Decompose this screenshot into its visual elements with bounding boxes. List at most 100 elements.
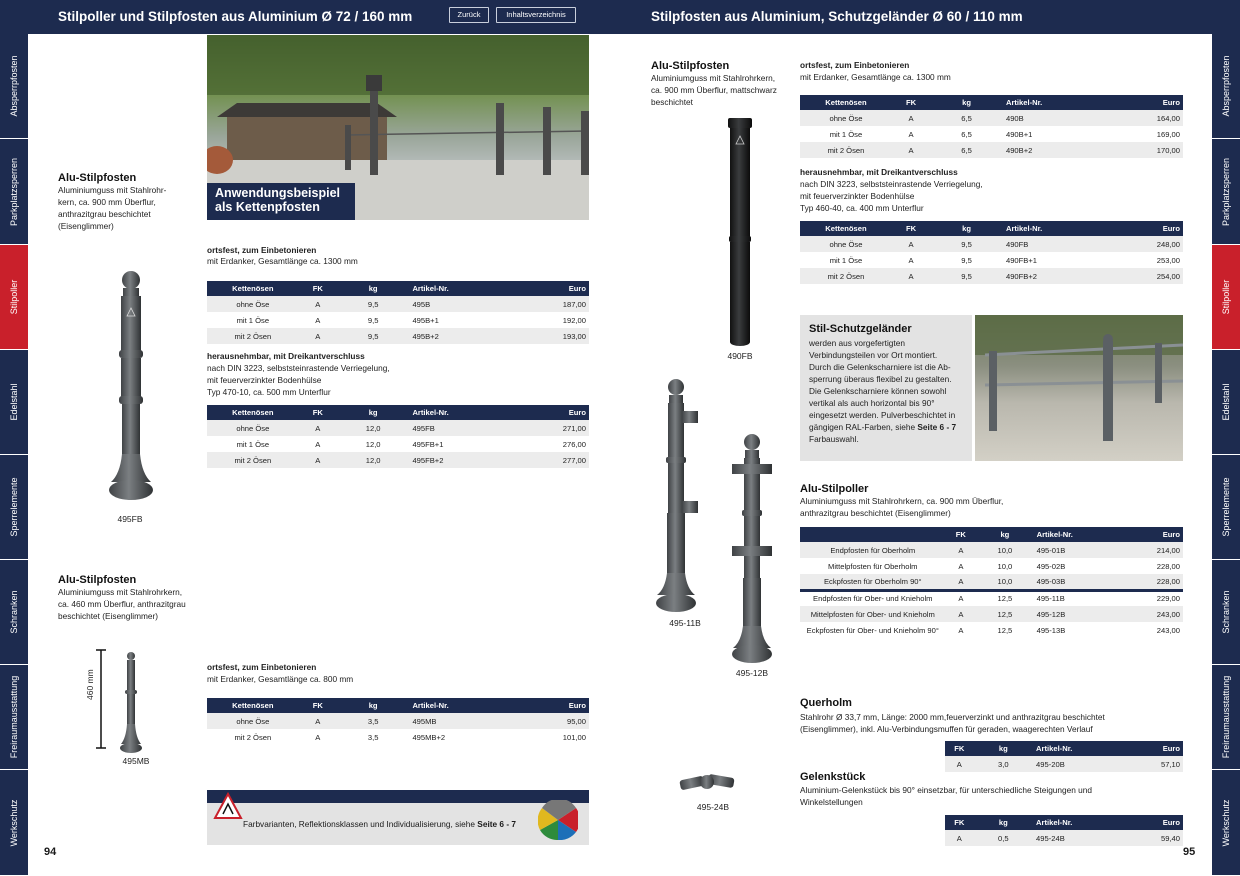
table-cell: 10,0 (976, 542, 1034, 558)
table-cell: A (945, 558, 977, 574)
table-cell: ohne Öse (800, 110, 892, 126)
table-cell: 495FB+1 (409, 436, 498, 452)
side-tab-parkplatzsperren[interactable]: Parkplatzsperren (0, 139, 28, 245)
table-cell: A (891, 142, 931, 158)
table-cell: 495FB+2 (409, 452, 498, 468)
column-header: Artikel-Nr. (409, 281, 498, 296)
side-tab-label: Stilpoller (1221, 279, 1231, 315)
side-tab-sperrelemente[interactable]: Sperrelemente (0, 455, 28, 560)
column-header: kg (973, 741, 1034, 756)
toc-button[interactable]: Inhaltsverzeichnis (496, 7, 576, 23)
table-header-row: FK kg Artikel-Nr. Euro (945, 741, 1183, 756)
table-cell: 57,10 (1104, 756, 1183, 772)
table-cell: Eckpfosten für Ober- und Knieholm 90° (800, 622, 946, 638)
side-tab-freiraumausstattung[interactable]: Freiraumausstattung (1212, 665, 1240, 770)
table-cell: 6,5 (930, 126, 1003, 142)
table-row: mit 2 Ösen A 9,5 495B+2 193,00 (207, 328, 589, 344)
table-header-row: Kettenösen FK kg Artikel-Nr. Euro (800, 95, 1183, 110)
column-header: FK (891, 95, 931, 110)
table-cell: 276,00 (497, 436, 589, 452)
table-cell: 9,5 (930, 236, 1003, 252)
table-cell: 495B+1 (409, 312, 498, 328)
side-tab-stilpoller[interactable]: Stilpoller (1212, 245, 1240, 350)
table-row: Eckpfosten für Ober- und Knieholm 90° A 12… (800, 622, 1183, 638)
table-row: ohne Öse A 9,5 495B 187,00 (207, 296, 589, 312)
gel-desc-link[interactable]: Seite 6 - 7 (917, 422, 956, 432)
footer-note-link[interactable]: Seite 6 - 7 (477, 819, 516, 829)
table-cell: mit 2 Ösen (800, 268, 892, 284)
side-tab-absperrpfosten[interactable]: Absperrpfosten (0, 34, 28, 139)
table-cell: mit 2 Ösen (207, 729, 299, 745)
column-header: kg (930, 95, 1003, 110)
table-cell: A (891, 268, 931, 284)
table-cell: A (945, 588, 977, 606)
table-495mb: Kettenösen FK kg Artikel-Nr. Euro ohne Öse A 3,… (207, 698, 589, 745)
table-cell: A (945, 756, 974, 772)
column-header: Artikel-Nr. (1033, 527, 1103, 542)
rs2-head: herausnehmbar, mit Dreikantverschluss (800, 167, 958, 177)
table-cell: 229,00 (1102, 588, 1183, 606)
column-header: Kettenösen (207, 281, 299, 296)
table-cell: A (298, 436, 337, 452)
table-cell: 164,00 (1091, 110, 1183, 126)
table-cell: 495-03B (1033, 574, 1103, 590)
side-tab-edelstahl[interactable]: Edelstahl (0, 350, 28, 455)
side-tab-schranken[interactable]: Schranken (1212, 560, 1240, 665)
p2-desc: Aluminiumguss mit Stahlrohrkern, ca. 460… (58, 587, 186, 621)
side-tab-sperrelemente[interactable]: Sperrelemente (1212, 455, 1240, 560)
table-490b: Kettenösen FK kg Artikel-Nr. Euro ohne Öse A 6,… (800, 95, 1183, 158)
table-cell: 277,00 (497, 452, 589, 468)
table-cell: 495-11B (1033, 588, 1103, 606)
column-header: Artikel-Nr. (1033, 741, 1105, 756)
side-tab-absperrpfosten[interactable]: Absperrpfosten (1212, 34, 1240, 139)
joint-495-24b-image (679, 774, 735, 790)
side-tab-edelstahl[interactable]: Edelstahl (1212, 350, 1240, 455)
side-tab-label: Sperrelemente (1221, 477, 1231, 537)
p2-title: Alu-Stilpfosten (58, 574, 137, 586)
page-number-right: 95 (1183, 846, 1196, 858)
table-495fb: Kettenösen FK kg Artikel-Nr. Euro ohne Öse A 12… (207, 405, 589, 468)
column-header: kg (336, 405, 410, 420)
table-cell: 495-02B (1033, 558, 1103, 574)
table-cell: 169,00 (1091, 126, 1183, 142)
table-cell: 495MB+2 (409, 729, 498, 745)
table-row: mit 2 Ösen A 9,5 490FB+2 254,00 (800, 268, 1183, 284)
table-row: mit 1 Öse A 9,5 495B+1 192,00 (207, 312, 589, 328)
column-header: Kettenösen (800, 221, 892, 236)
side-tab-freiraumausstattung[interactable]: Freiraumausstattung (0, 665, 28, 770)
column-header: kg (930, 221, 1003, 236)
s2-sub: nach DIN 3223, selbststeinrastende Verri… (207, 363, 390, 397)
side-tab-label: Parkplatzsperren (1221, 157, 1231, 226)
column-header: kg (336, 281, 410, 296)
table-cell: 253,00 (1091, 252, 1183, 268)
table-cell: ohne Öse (207, 420, 299, 436)
column-header: FK (945, 815, 974, 830)
table-cell: 490FB+2 (1002, 268, 1092, 284)
side-tab-label: Freiraumausstattung (1221, 675, 1231, 759)
side-tab-stilpoller[interactable]: Stilpoller (0, 245, 28, 350)
table-row: Mittelpfosten für Ober- und Knieholm A 12,… (800, 606, 1183, 622)
table-cell: mit 2 Ösen (207, 328, 299, 344)
table-cell: mit 1 Öse (207, 436, 299, 452)
table-cell: 495B (409, 296, 498, 312)
right-page-title: Stilpfosten aus Aluminium, Schutzgelände… (651, 9, 1023, 24)
table-header-row: Kettenösen FK kg Artikel-Nr. Euro (207, 405, 589, 420)
footer-note: Farbvarianten, Reflektionsklassen und In… (243, 819, 516, 829)
table-cell: 193,00 (497, 328, 589, 344)
gel-desc-tail: Farbauswahl. (809, 434, 859, 444)
table-row: A 3,0 495-20B 57,10 (945, 756, 1183, 772)
side-tab-schranken[interactable]: Schranken (0, 560, 28, 665)
side-tab-werkschutz[interactable]: Werkschutz (0, 770, 28, 876)
side-tab-werkschutz[interactable]: Werkschutz (1212, 770, 1240, 876)
table-row: ohne Öse A 3,5 495MB 95,00 (207, 713, 589, 729)
application-photo-chain-posts: Anwendungsbeispiel als Kettenpfosten (207, 35, 589, 220)
table-cell: 6,5 (930, 142, 1003, 158)
p1-desc: Aluminiumguss mit Stahlrohr- kern, ca. 9… (58, 185, 167, 231)
left-page-title: Stilpoller und Stilpfosten aus Aluminium… (58, 9, 413, 24)
side-tab-parkplatzsperren[interactable]: Parkplatzsperren (1212, 139, 1240, 245)
footer-bar (207, 790, 589, 803)
column-header: Euro (1091, 221, 1183, 236)
table-cell: 495-13B (1033, 622, 1103, 638)
column-header (800, 527, 946, 542)
back-button[interactable]: Zurück (449, 7, 489, 23)
